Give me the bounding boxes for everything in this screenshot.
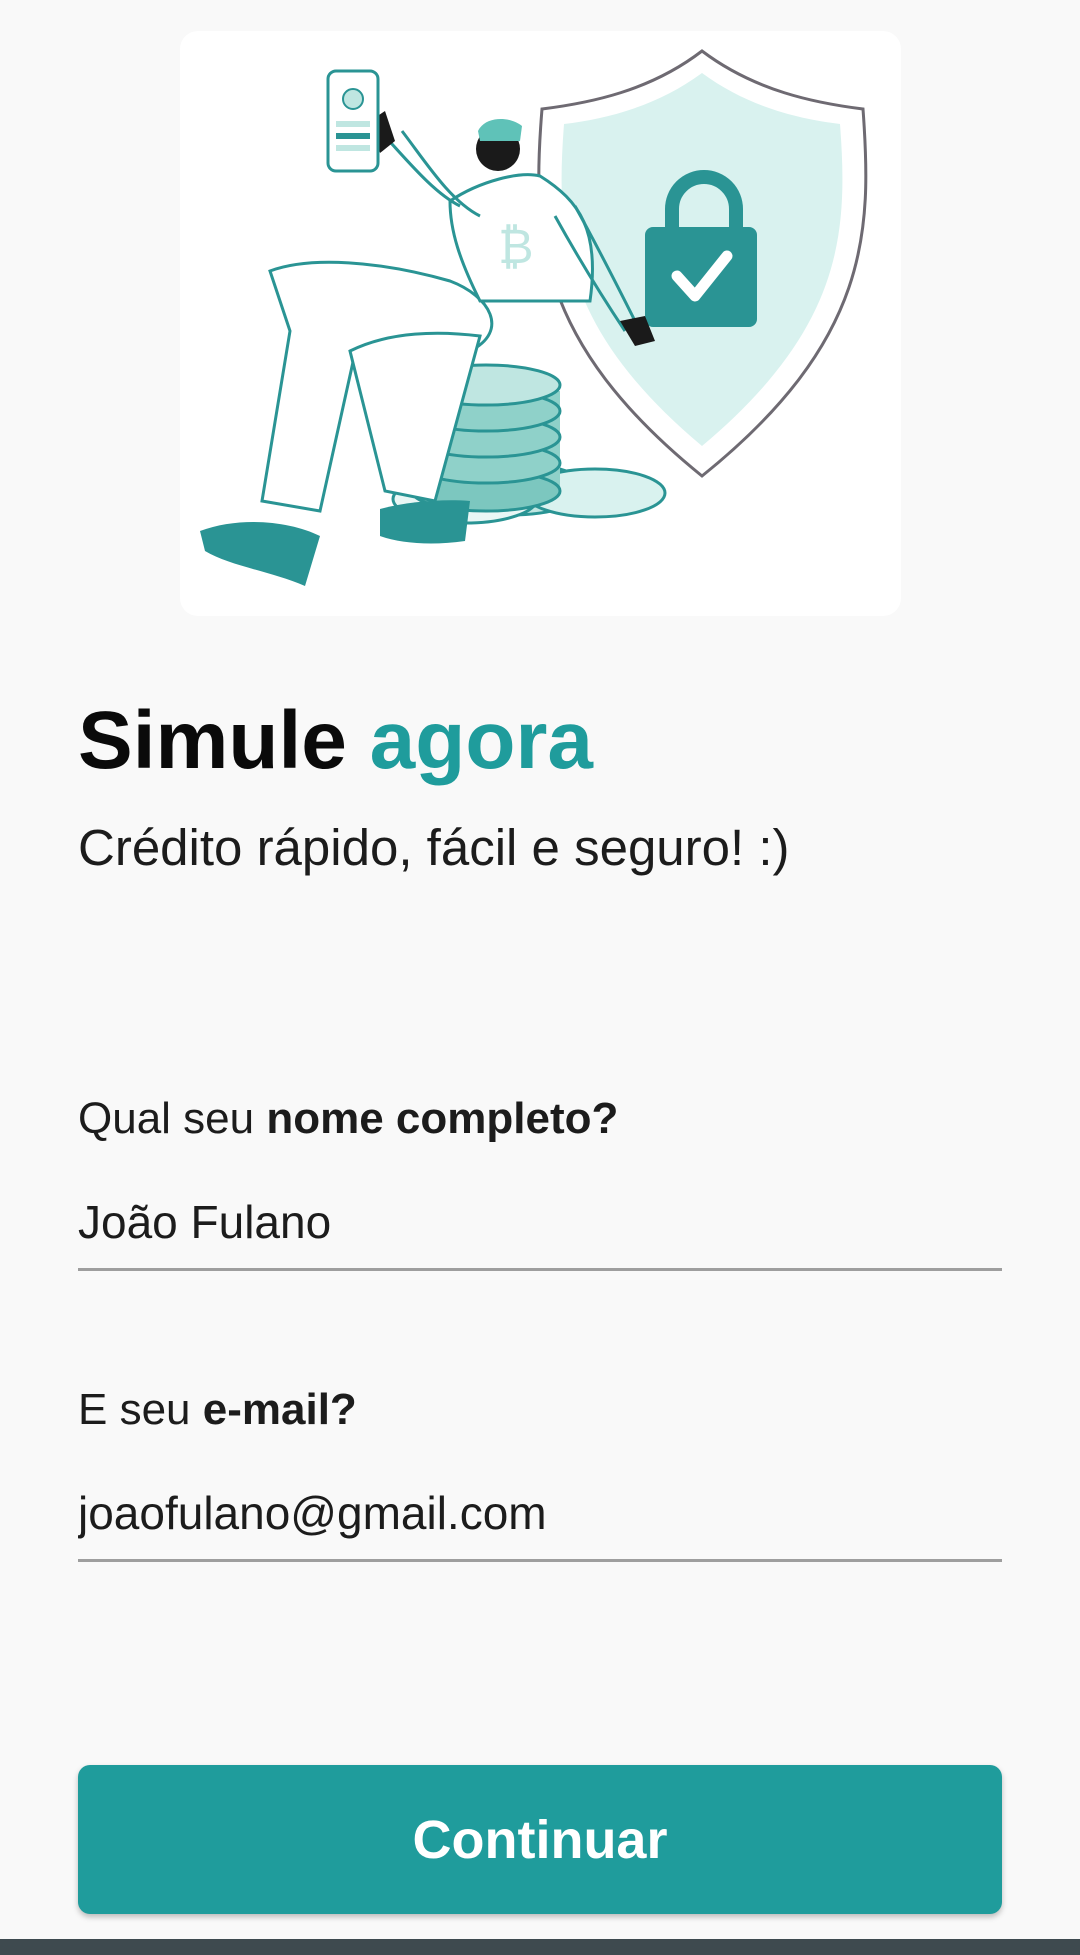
- simulation-screen: ₿ Simule agora Crédito rápido, fácil e s…: [0, 0, 1080, 1955]
- title-accent: agora: [369, 695, 593, 786]
- phone-icon: [326, 69, 380, 173]
- title-main: Simule: [78, 695, 347, 786]
- name-input[interactable]: [78, 1175, 1002, 1271]
- bitcoin-icon: ₿: [498, 219, 534, 275]
- email-field-label: E seu e-mail?: [78, 1385, 357, 1435]
- email-label-prefix: E seu: [78, 1385, 191, 1434]
- page-title: Simule agora: [78, 700, 593, 782]
- continue-button[interactable]: Continuar: [78, 1765, 1002, 1914]
- page-subtitle: Crédito rápido, fácil e seguro! :): [78, 819, 790, 876]
- hero-illustration-svg: ₿: [200, 49, 868, 586]
- name-label-prefix: Qual seu: [78, 1094, 255, 1143]
- email-input[interactable]: [78, 1466, 1002, 1562]
- system-nav-bar: [0, 1939, 1080, 1955]
- name-label-bold: nome completo?: [266, 1094, 619, 1143]
- email-label-bold: e-mail?: [202, 1385, 357, 1434]
- hero-illustration: ₿: [180, 31, 901, 616]
- name-field-label: Qual seu nome completo?: [78, 1094, 618, 1144]
